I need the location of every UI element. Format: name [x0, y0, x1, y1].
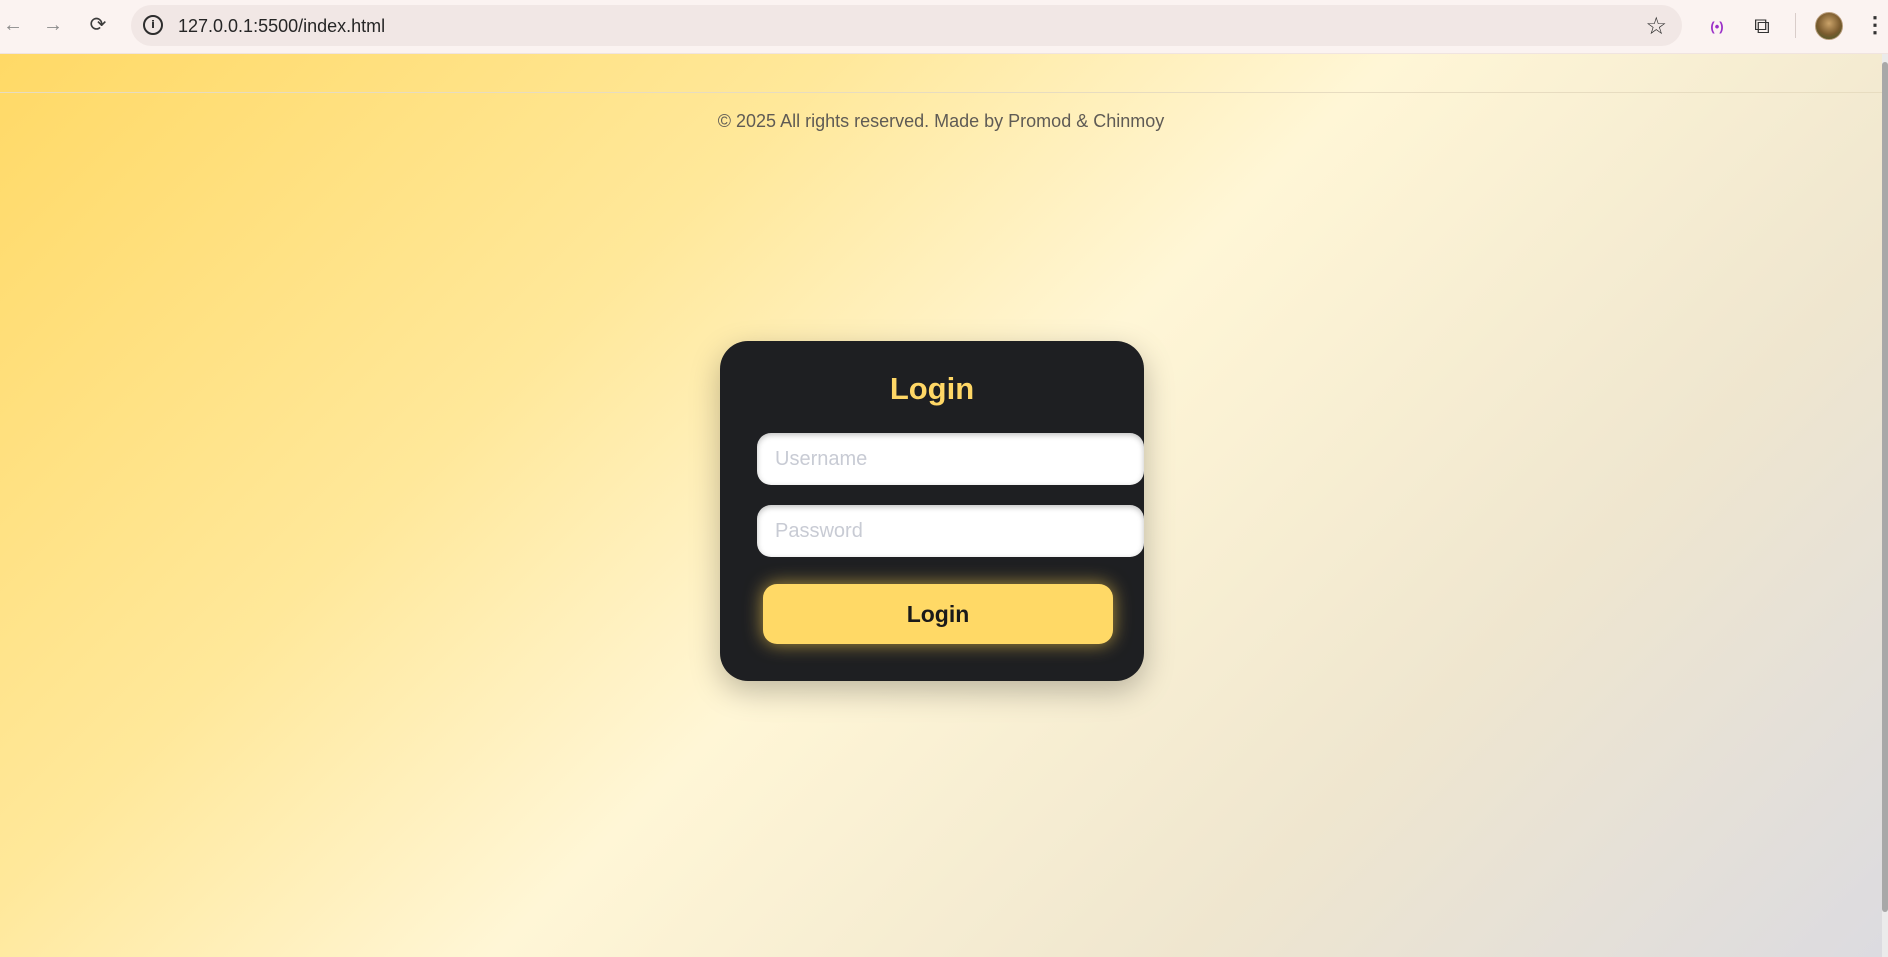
browser-toolbar: ← → ⟳ i 127.0.0.1:5500/index.html ☆ (•) … — [0, 0, 1888, 54]
password-input[interactable] — [757, 505, 1144, 557]
bookmark-star-icon[interactable]: ☆ — [1645, 12, 1667, 41]
toolbar-divider — [1795, 13, 1796, 38]
copyright-footer: © 2025 All rights reserved. Made by Prom… — [0, 92, 1882, 132]
back-icon[interactable]: ← — [0, 12, 26, 38]
reload-icon[interactable]: ⟳ — [85, 12, 111, 38]
page-content: © 2025 All rights reserved. Made by Prom… — [0, 54, 1882, 957]
username-input[interactable] — [757, 433, 1144, 485]
cast-icon[interactable]: (•) — [1703, 12, 1731, 40]
extensions-icon[interactable]: ⧉ — [1748, 12, 1776, 40]
scrollbar-thumb[interactable] — [1882, 62, 1888, 912]
login-title: Login — [889, 371, 975, 406]
address-bar[interactable]: i 127.0.0.1:5500/index.html ☆ — [131, 5, 1682, 46]
url-text[interactable]: 127.0.0.1:5500/index.html — [178, 16, 385, 37]
profile-avatar[interactable] — [1815, 12, 1843, 40]
page-scrollbar[interactable] — [1882, 54, 1888, 957]
site-info-icon[interactable]: i — [143, 15, 163, 35]
menu-icon[interactable]: ⋮ — [1864, 12, 1886, 40]
login-card: Login Login — [720, 341, 1144, 681]
login-button[interactable]: Login — [763, 584, 1113, 644]
forward-icon[interactable]: → — [40, 12, 66, 38]
